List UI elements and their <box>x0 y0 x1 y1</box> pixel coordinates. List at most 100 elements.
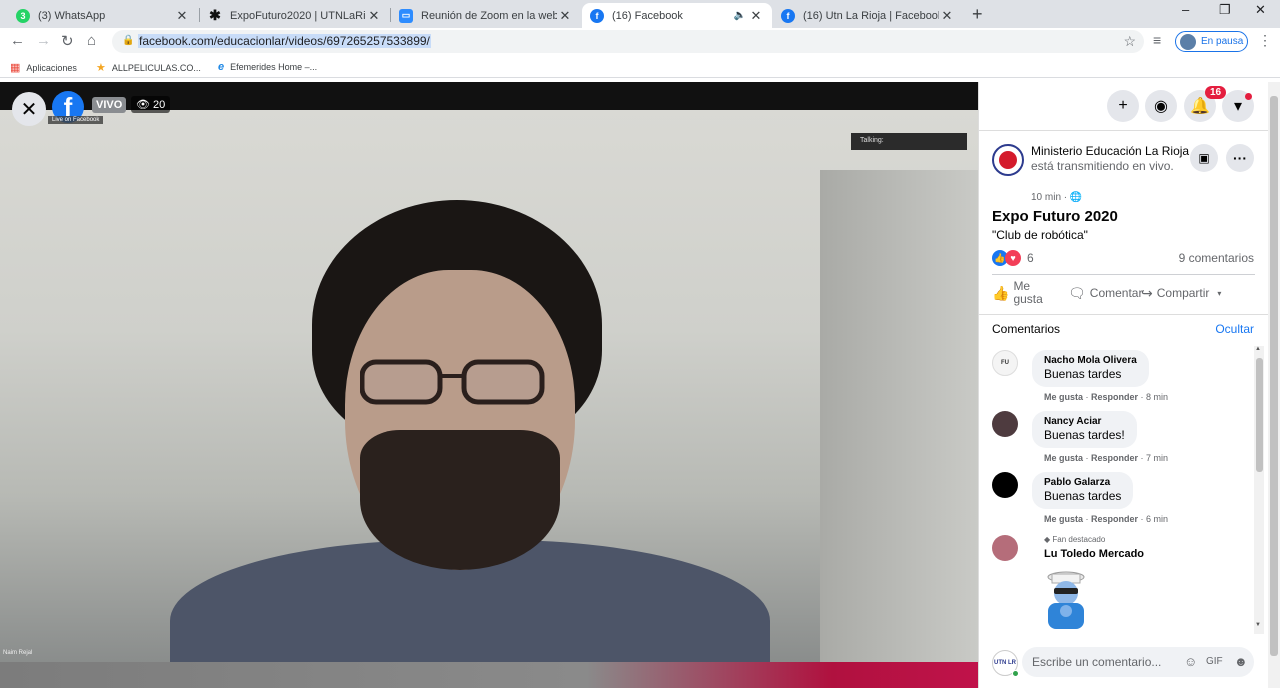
live-on-facebook-label: Live on Facebook <box>48 116 104 124</box>
avatar[interactable] <box>992 411 1018 437</box>
sticker-picker-icon[interactable]: ☻ <box>1234 654 1248 669</box>
fan-badge: ◆ Fan destacado <box>1044 535 1106 544</box>
comment-item: ◆ Fan destacado Lu Toledo Mercado <box>992 535 1232 635</box>
share-icon: ↪ <box>1141 285 1153 301</box>
comment-like-link[interactable]: Me gusta <box>1044 514 1083 524</box>
tab-expofuturo[interactable]: ✱ ExpoFuturo2020 | UTNLaRioja ✕ <box>200 3 390 28</box>
more-options-button[interactable]: ··· <box>1226 144 1254 172</box>
page: ✕ f VIVO 👁 20 Live on Facebook Talking: … <box>0 82 1280 688</box>
profile-button[interactable]: En pausa <box>1175 31 1248 52</box>
tab-close-icon[interactable]: ✕ <box>939 8 955 24</box>
tab-title: ExpoFuturo2020 | UTNLaRioja <box>230 9 366 22</box>
address-bar[interactable]: 🔒 facebook.com/educacionlar/videos/69726… <box>112 30 1144 53</box>
restore-icon[interactable]: ❐ <box>1219 2 1231 18</box>
tab-utn-facebook[interactable]: f (16) Utn La Rioja | Facebook ✕ <box>773 3 963 28</box>
close-video-button[interactable]: ✕ <box>12 92 46 126</box>
comment-text: Buenas tardes! <box>1044 428 1125 442</box>
emoji-icon[interactable]: ☺ <box>1184 654 1197 669</box>
globe-icon: 🌐 <box>1069 192 1083 203</box>
hide-comments-link[interactable]: Ocultar <box>1215 322 1254 336</box>
window-close-icon[interactable]: ✕ <box>1255 2 1266 18</box>
commenter-name[interactable]: Nancy Aciar <box>1044 416 1125 427</box>
page-avatar[interactable] <box>992 144 1024 176</box>
post-header: Ministerio Educación La Rioja está trans… <box>1031 144 1191 174</box>
back-icon[interactable]: ← <box>10 32 25 49</box>
thumbs-up-icon: 👍 <box>992 284 1010 301</box>
chevron-down-icon[interactable]: ▾ <box>1217 287 1221 300</box>
tab-zoom[interactable]: ▭ Reunión de Zoom en la web - Zo ✕ <box>391 3 581 28</box>
video-title: Expo Futuro 2020 <box>992 208 1118 225</box>
comment-composer[interactable]: ☺ GIF ☻ <box>1022 647 1254 677</box>
reload-icon[interactable]: ↻ <box>61 32 74 50</box>
comment-button[interactable]: 🗨 Comentar <box>1068 285 1142 301</box>
page-scrollbar-thumb[interactable] <box>1270 96 1278 656</box>
bookmark-apps[interactable]: ▦ Aplicaciones <box>10 61 77 74</box>
comment-like-link[interactable]: Me gusta <box>1044 453 1083 463</box>
divider <box>992 274 1255 275</box>
star-icon: ★ <box>96 62 106 74</box>
comment-time: 6 min <box>1146 514 1169 524</box>
menu-icon[interactable]: ⋮ <box>1258 32 1272 49</box>
post-time: 10 min · 🌐 <box>1031 192 1083 203</box>
messenger-icon[interactable]: ◉ <box>1145 90 1177 122</box>
avatar[interactable] <box>992 472 1018 498</box>
video-frame <box>0 110 978 688</box>
comment-reply-link[interactable]: Responder <box>1091 453 1138 463</box>
url-text[interactable]: facebook.com/educacionlar/videos/6972652… <box>138 34 431 48</box>
speaker-icon[interactable]: 🔈 <box>732 10 748 21</box>
comment-reply-link[interactable]: Responder <box>1091 514 1138 524</box>
notification-badge: 16 <box>1205 86 1227 99</box>
tab-title: (16) Utn La Rioja | Facebook <box>803 9 939 22</box>
tab-whatsapp[interactable]: 3 (3) WhatsApp ✕ <box>8 3 198 28</box>
tab-close-icon[interactable]: ✕ <box>748 8 764 24</box>
sticker-icon <box>1047 571 1085 629</box>
lock-icon: 🔒 <box>122 35 135 46</box>
tab-title: (3) WhatsApp <box>38 9 106 22</box>
viewer-count: 👁 20 <box>131 96 171 113</box>
avatar[interactable]: FU <box>992 350 1018 376</box>
share-button[interactable]: ↪ Compartir ▾ <box>1141 285 1221 301</box>
browser-toolbar: ← → ↻ ⌂ 🔒 facebook.com/educacionlar/vide… <box>0 28 1280 56</box>
home-icon[interactable]: ⌂ <box>87 32 96 49</box>
tab-facebook[interactable]: f (16) Facebook 🔈 ✕ <box>582 3 772 28</box>
apps-icon: ▦ <box>10 62 21 74</box>
comment-icon: 🗨 <box>1068 285 1086 301</box>
comment-reply-link[interactable]: Responder <box>1091 392 1138 402</box>
save-button[interactable]: ▣ <box>1190 144 1218 172</box>
commenter-name[interactable]: Lu Toledo Mercado <box>1044 548 1144 560</box>
tab-close-icon[interactable]: ✕ <box>174 8 190 24</box>
create-button[interactable]: + <box>1107 90 1139 122</box>
video-player[interactable]: ✕ f VIVO 👁 20 Live on Facebook Talking: … <box>0 82 978 688</box>
comment-input[interactable] <box>1032 655 1172 669</box>
scroll-up-icon[interactable]: ▲ <box>1255 346 1261 352</box>
media-control-icon[interactable]: ≡ <box>1153 32 1161 48</box>
page-name-link[interactable]: Ministerio Educación La Rioja <box>1031 144 1189 158</box>
facebook-icon: f <box>781 8 795 23</box>
bookmark-efemerides[interactable]: e Efemerides Home –... <box>218 61 317 73</box>
wall-panel <box>820 170 978 670</box>
comment-count[interactable]: 9 comentarios <box>1179 251 1254 265</box>
commenter-name[interactable]: Nacho Mola Olivera <box>1044 355 1137 366</box>
commenter-name[interactable]: Pablo Galarza <box>1044 477 1121 488</box>
comment-like-link[interactable]: Me gusta <box>1044 392 1083 402</box>
comment-bubble: Pablo Galarza Buenas tardes <box>1032 472 1134 509</box>
new-tab-button[interactable]: + <box>972 4 983 25</box>
gif-icon[interactable]: GIF <box>1206 656 1223 667</box>
zoom-icon: ▭ <box>399 8 413 23</box>
reaction-count: 6 <box>1027 251 1034 265</box>
comments-scrollbar-thumb[interactable] <box>1256 358 1263 472</box>
minimize-icon[interactable]: – <box>1182 2 1189 17</box>
avatar[interactable] <box>992 535 1018 561</box>
scroll-down-icon[interactable]: ▼ <box>1255 622 1261 628</box>
forward-icon[interactable]: → <box>36 32 51 49</box>
online-indicator <box>1012 670 1019 677</box>
profile-status: En pausa <box>1201 36 1244 47</box>
like-button[interactable]: 👍 Me gusta <box>992 280 1052 306</box>
tab-close-icon[interactable]: ✕ <box>557 8 573 24</box>
bookmark-star-icon[interactable]: ☆ <box>1123 33 1136 50</box>
tab-close-icon[interactable]: ✕ <box>366 8 382 24</box>
love-reaction-icon: ♥ <box>1005 250 1021 266</box>
ie-icon: e <box>218 61 225 73</box>
reactions-summary[interactable]: 👍 ♥ 6 <box>992 250 1034 266</box>
bookmark-allpeliculas[interactable]: ★ ALLPELICULAS.CO... <box>96 61 201 74</box>
